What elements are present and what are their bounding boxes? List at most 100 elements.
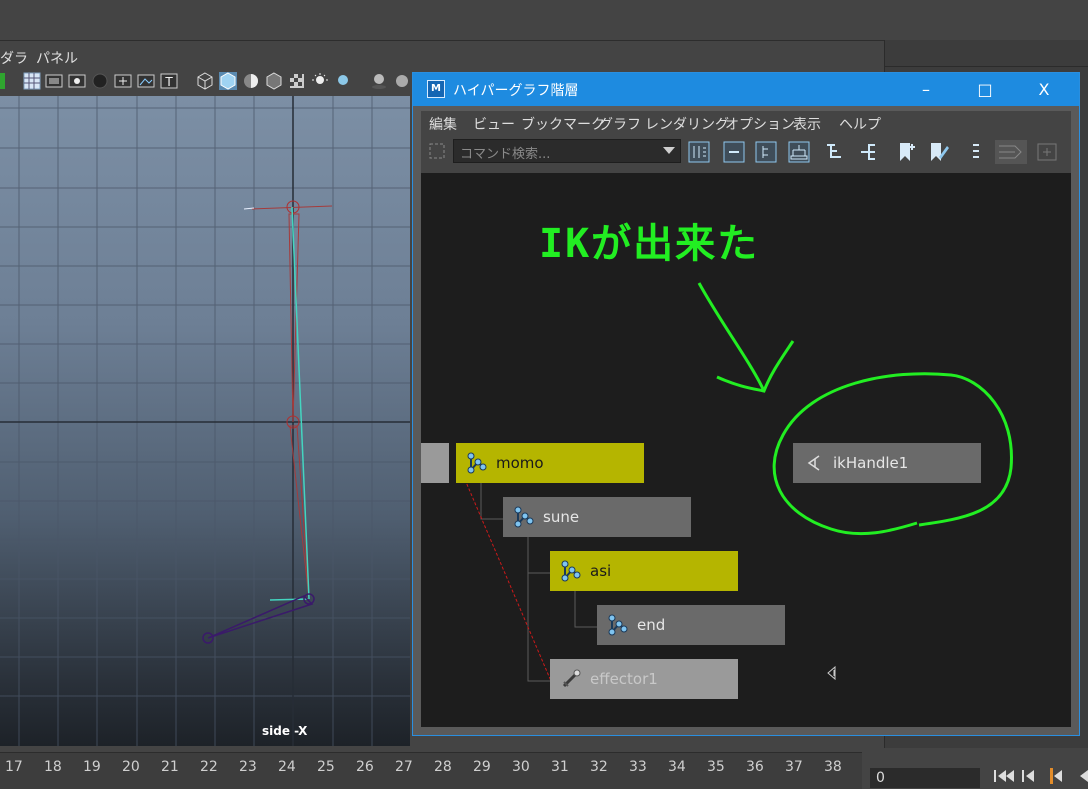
wireframe-icon[interactable] <box>196 72 214 90</box>
node-asi[interactable]: asi <box>550 551 738 591</box>
menu-item-options[interactable]: オプション <box>725 114 795 134</box>
motion-blur-icon[interactable] <box>393 72 411 90</box>
timeline-tick: 26 <box>356 759 374 775</box>
timeline-tick: 28 <box>434 759 452 775</box>
window-title-bar[interactable]: M ハイパーグラフ階層 – □ X <box>413 73 1079 106</box>
node-label: sune <box>543 508 580 526</box>
shadows-icon[interactable] <box>334 72 352 90</box>
maximize-button[interactable]: □ <box>956 73 1014 106</box>
menu-item-show[interactable]: 表示 <box>793 114 821 134</box>
menu-item-edit[interactable]: 編集 <box>429 114 457 134</box>
close-button[interactable]: X <box>1015 73 1073 106</box>
timeline-tick: 19 <box>83 759 101 775</box>
ambient-occlusion-icon[interactable] <box>370 72 388 90</box>
current-frame-field[interactable]: 0 <box>870 768 980 788</box>
minimize-button[interactable]: – <box>897 73 955 106</box>
viewport-scene <box>0 96 410 746</box>
annotation-arrow-head <box>716 340 795 393</box>
default-material-icon[interactable] <box>242 72 260 90</box>
command-search: コマンド検索... <box>425 139 681 163</box>
film-gate-icon[interactable] <box>45 72 63 90</box>
layout-icon[interactable] <box>787 140 811 164</box>
menu-item-bookmarks[interactable]: ブックマーク <box>521 114 605 134</box>
resolution-gate-icon[interactable] <box>68 72 86 90</box>
viewport-side[interactable] <box>0 96 410 746</box>
panel-icon[interactable] <box>1035 140 1059 164</box>
connections-icon[interactable] <box>855 140 879 164</box>
main-title-bar <box>0 0 1088 41</box>
timeline-tick: 38 <box>824 759 842 775</box>
go-to-start-icon[interactable] <box>994 770 1014 782</box>
mouse-cursor-icon <box>827 665 836 681</box>
annotation-text: IKが出来た <box>539 221 760 267</box>
step-back-icon[interactable] <box>1022 770 1034 782</box>
hierarchy-icon[interactable] <box>823 140 847 164</box>
textured-icon[interactable] <box>288 72 306 90</box>
timeline-tick: 37 <box>785 759 803 775</box>
gate-mask-icon[interactable] <box>91 72 109 90</box>
node-effector1[interactable]: effector1 <box>550 659 738 699</box>
maya-app-icon: M <box>427 80 445 98</box>
joint-icon <box>514 506 534 528</box>
smooth-shade-icon[interactable] <box>219 72 237 90</box>
view-label: side -X <box>262 724 308 738</box>
node-label: effector1 <box>590 670 658 688</box>
timeline-tick: 31 <box>551 759 569 775</box>
wireframe-on-shaded-icon[interactable] <box>265 72 283 90</box>
step-back-key-icon[interactable] <box>1050 768 1062 784</box>
hypergraph-window: M ハイパーグラフ階層 – □ X 編集 ビュー ブックマーク グラフ レンダリ… <box>412 72 1080 736</box>
camera-toggle-icon[interactable] <box>0 72 6 90</box>
graph-canvas[interactable]: momo sune asi end effector1 ikHandle1 IK… <box>421 173 1071 727</box>
node-end[interactable]: end <box>597 605 785 645</box>
node-ikhandle1[interactable]: ikHandle1 <box>793 443 981 483</box>
field-chart-icon[interactable] <box>114 72 132 90</box>
frame-all-icon[interactable] <box>687 140 711 164</box>
node-label: ikHandle1 <box>833 454 909 472</box>
effector-icon <box>562 669 581 688</box>
safe-title-icon[interactable]: T <box>160 72 178 90</box>
menu-item-view[interactable]: ビュー <box>473 114 515 134</box>
node-sune[interactable]: sune <box>503 497 691 537</box>
timeline-tick: 33 <box>629 759 647 775</box>
graph-mode-icon[interactable] <box>995 140 1027 164</box>
viewport-toolbar: T <box>0 68 420 94</box>
safe-action-icon[interactable] <box>137 72 155 90</box>
window-title: ハイパーグラフ階層 <box>453 83 579 99</box>
timeline-tick: 30 <box>512 759 530 775</box>
expand-icon[interactable] <box>754 140 778 164</box>
timeline-tick: 23 <box>239 759 257 775</box>
ik-link-line <box>456 460 552 682</box>
search-options-icon[interactable] <box>427 141 447 161</box>
hypergraph-toolbar: コマンド検索... <box>421 137 1071 171</box>
viewport-grid <box>0 96 410 746</box>
timeline-tick: 36 <box>746 759 764 775</box>
lights-icon[interactable] <box>311 72 329 90</box>
timeline-tick: 20 <box>122 759 140 775</box>
hypergraph-menubar: 編集 ビュー ブックマーク グラフ レンダリング オプション 表示 ヘルプ <box>421 111 1071 135</box>
hypergraph-panel: 編集 ビュー ブックマーク グラフ レンダリング オプション 表示 ヘルプ コマ… <box>421 111 1071 727</box>
chevron-down-icon[interactable] <box>663 147 675 154</box>
node-label: end <box>637 616 666 634</box>
timeline-tick: 34 <box>668 759 686 775</box>
playback-controls <box>994 768 1088 784</box>
timeline-tick: 22 <box>200 759 218 775</box>
menu-item-graph[interactable]: グラフ <box>599 114 641 134</box>
menu-item-rendering[interactable]: レンダリング <box>645 114 729 134</box>
menu-item-help[interactable]: ヘルプ <box>839 114 881 134</box>
menu-item-panels[interactable]: パネル <box>36 48 78 68</box>
edit-bookmark-icon[interactable] <box>927 140 951 164</box>
add-bookmark-icon[interactable] <box>895 140 919 164</box>
list-icon[interactable] <box>964 140 988 164</box>
play-back-icon[interactable] <box>1080 770 1088 782</box>
timeline-tick: 32 <box>590 759 608 775</box>
timeline-tick: 29 <box>473 759 491 775</box>
node-momo[interactable]: momo <box>456 443 644 483</box>
collapse-icon[interactable] <box>722 140 746 164</box>
joint-icon <box>467 452 487 474</box>
parent-node-partial[interactable] <box>421 443 449 483</box>
command-search-input[interactable]: コマンド検索... <box>453 139 681 163</box>
grid-icon[interactable] <box>23 72 41 90</box>
time-slider[interactable]: 17 18 19 20 21 22 23 24 25 26 27 28 29 3… <box>0 752 862 789</box>
annotation-arrow-shaft <box>697 282 766 392</box>
menu-item-shading[interactable]: ダラ <box>0 48 28 68</box>
